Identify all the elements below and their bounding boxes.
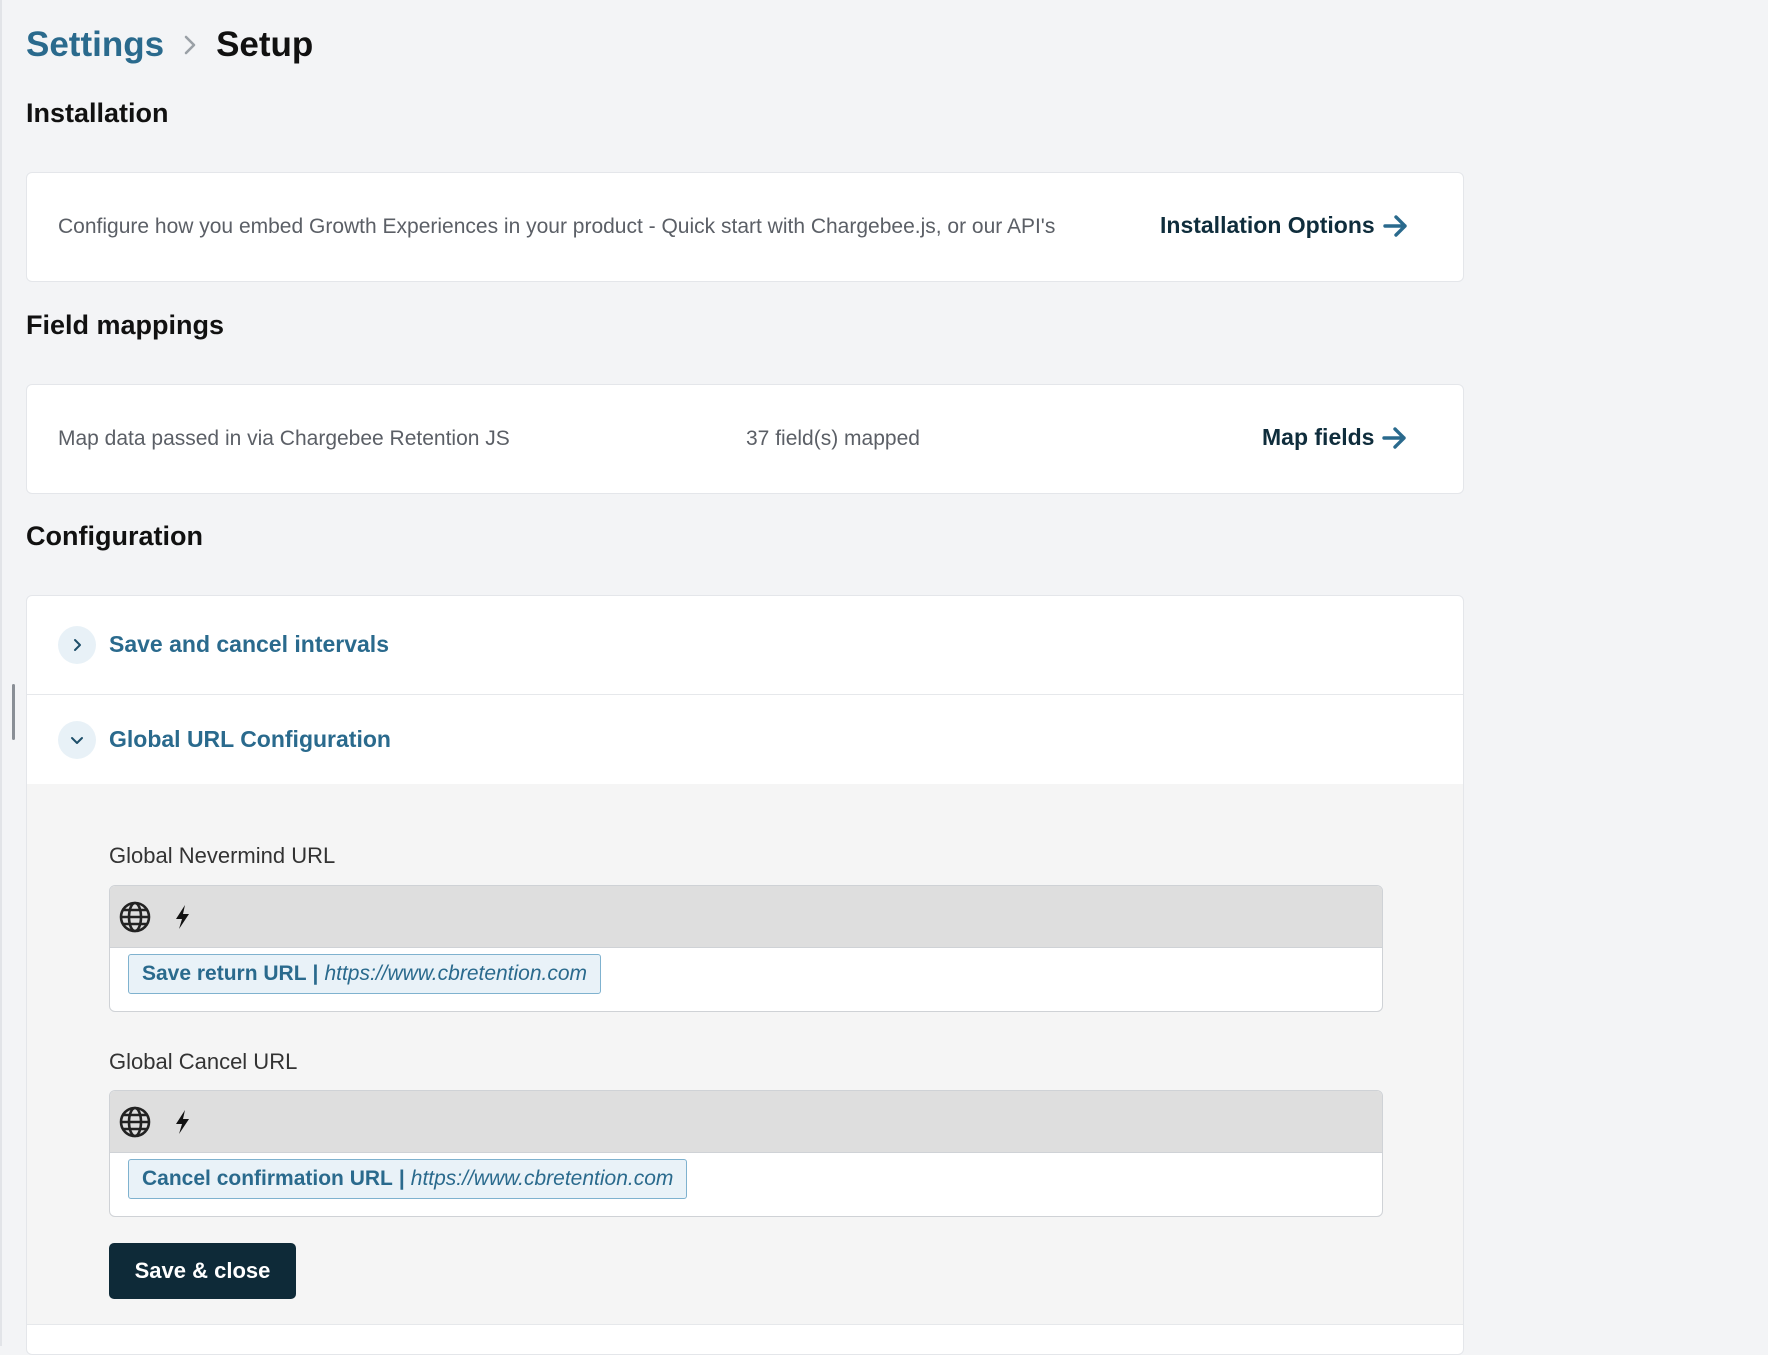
configuration-heading: Configuration: [26, 521, 203, 551]
url-chip[interactable]: Cancel confirmation URL | https://www.cb…: [128, 1159, 688, 1199]
global-nevermind-url-label: Global Nevermind URL: [109, 843, 336, 868]
url-chip[interactable]: Save return URL | https://www.cbretentio…: [128, 954, 602, 994]
editor-content[interactable]: Cancel confirmation URL | https://www.cb…: [110, 1153, 1382, 1216]
chevron-right-icon[interactable]: [58, 625, 96, 664]
lightning-bolt-icon[interactable]: [169, 897, 195, 937]
editor-content[interactable]: Save return URL | https://www.cbretentio…: [110, 948, 1382, 1011]
accordion-title: Global URL Configuration: [109, 726, 391, 752]
field-mappings-description: Map data passed in via Chargebee Retenti…: [58, 427, 510, 450]
breadcrumb: Settings Setup: [26, 22, 313, 68]
chip-label: Save return URL: [142, 962, 307, 985]
arrow-right-icon: [1382, 214, 1409, 238]
editor-toolbar: [110, 1091, 1382, 1153]
global-url-configuration-panel: Global Nevermind URL Save return URL | h…: [27, 784, 1463, 1324]
arrow-right-icon: [1382, 426, 1408, 450]
installation-heading: Installation: [26, 98, 169, 128]
globe-icon[interactable]: [118, 1102, 152, 1142]
global-cancel-url-editor[interactable]: Cancel confirmation URL | https://www.cb…: [109, 1090, 1383, 1217]
page-title: Setup: [216, 25, 314, 64]
installation-options-link[interactable]: Installation Options: [1160, 212, 1409, 239]
accordion-global-url-configuration[interactable]: Global URL Configuration: [27, 695, 1463, 784]
divider: [27, 1324, 1463, 1325]
chip-label: Cancel confirmation URL: [142, 1167, 393, 1190]
global-cancel-url-label: Global Cancel URL: [109, 1049, 298, 1074]
map-fields-link[interactable]: Map fields: [1262, 424, 1408, 451]
chip-separator: |: [398, 1167, 405, 1190]
map-fields-label: Map fields: [1262, 424, 1375, 450]
sidebar-resize-handle[interactable]: [12, 684, 15, 740]
global-nevermind-url-editor[interactable]: Save return URL | https://www.cbretentio…: [109, 885, 1383, 1012]
chip-separator: |: [312, 962, 319, 985]
field-mappings-heading: Field mappings: [26, 310, 225, 340]
configuration-card: Save and cancel intervals Global URL Con…: [26, 595, 1464, 1355]
field-mappings-card: Map data passed in via Chargebee Retenti…: [26, 384, 1464, 494]
installation-description: Configure how you embed Growth Experienc…: [58, 215, 1056, 238]
chevron-down-icon[interactable]: [58, 720, 96, 759]
chip-url: https://www.cbretention.com: [410, 1167, 674, 1190]
left-rail: [0, 0, 2, 1346]
globe-icon[interactable]: [118, 897, 152, 937]
save-and-close-button[interactable]: Save & close: [109, 1243, 296, 1299]
chip-url: https://www.cbretention.com: [324, 962, 588, 985]
editor-toolbar: [110, 886, 1382, 948]
lightning-bolt-icon[interactable]: [169, 1102, 195, 1142]
breadcrumb-settings-link[interactable]: Settings: [26, 25, 164, 65]
installation-options-label: Installation Options: [1160, 212, 1375, 238]
accordion-save-cancel-intervals[interactable]: Save and cancel intervals: [27, 596, 1463, 693]
installation-card: Configure how you embed Growth Experienc…: [26, 172, 1464, 282]
accordion-title: Save and cancel intervals: [109, 631, 389, 657]
chevron-right-icon: [164, 34, 216, 56]
fields-mapped-count: 37 field(s) mapped: [746, 427, 920, 450]
